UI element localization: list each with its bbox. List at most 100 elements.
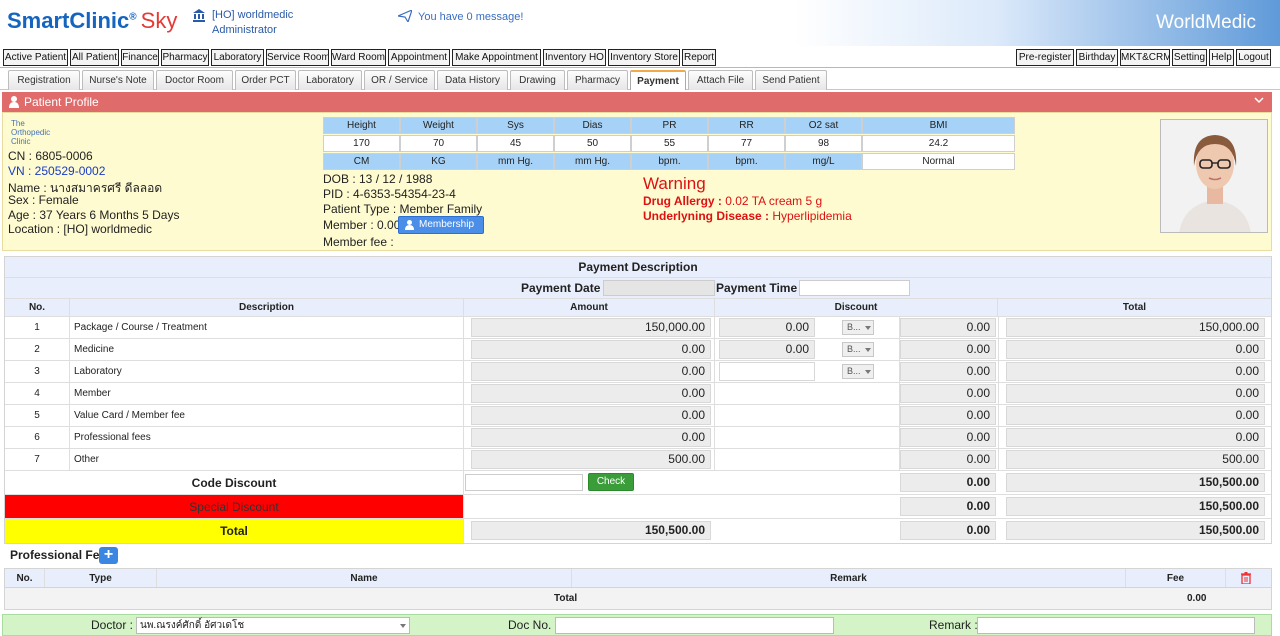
vital-head: Dias <box>554 117 631 134</box>
bmi-status: Normal <box>862 153 1015 170</box>
col-total: Total <box>1122 302 1147 313</box>
payment-row: 2 Medicine 0.00 0.00 B... 0.00 0.00 <box>5 339 1271 361</box>
tab-registration[interactable]: Registration <box>8 70 80 90</box>
vital-unit: CM <box>323 153 400 170</box>
row-no: 7 <box>5 449 70 470</box>
vital-head: O2 sat <box>785 117 862 134</box>
menu-birthday[interactable]: Birthday <box>1076 49 1118 66</box>
doctor-select[interactable]: นพ.ณรงค์ศักดิ์ อัศวเดโช <box>136 617 410 634</box>
tab-payment[interactable]: Payment <box>630 70 686 90</box>
patient-vn: VN : 250529-0002 <box>8 164 106 178</box>
menu-pharmacy[interactable]: Pharmacy <box>161 49 209 66</box>
menu-setting[interactable]: Setting <box>1172 49 1207 66</box>
tab-nurses-note[interactable]: Nurse's Note <box>82 70 154 90</box>
app-header: SmartClinic® Sky [HO] worldmedic Administ… <box>0 0 1280 46</box>
tab-order-pct[interactable]: Order PCT <box>235 70 296 90</box>
menu-appointment[interactable]: Appointment <box>388 49 450 66</box>
user-icon <box>9 96 19 108</box>
chevron-down-icon[interactable] <box>1254 95 1264 105</box>
payment-row: 1 Package / Course / Treatment 150,000.00 0… <box>5 317 1271 339</box>
menu-inventory-ho[interactable]: Inventory HO <box>543 49 606 66</box>
check-button[interactable]: Check <box>588 473 634 491</box>
payment-row: 6 Professional fees 0.00 0.00 0.00 <box>5 427 1271 449</box>
patient-member-fee: Member fee : <box>323 235 394 249</box>
menu-laboratory[interactable]: Laboratory <box>211 49 264 66</box>
row-description: Value Card / Member fee <box>70 405 464 426</box>
col-description: Description <box>70 299 464 316</box>
vital-head: BMI <box>862 117 1015 134</box>
row-description: Other <box>70 449 464 470</box>
row-total: 0.00 <box>1006 384 1265 403</box>
menu-ward-room[interactable]: Ward Room <box>331 49 386 66</box>
menu-logout[interactable]: Logout <box>1236 49 1271 66</box>
clinic-logo: The Orthopedic Clinic <box>11 119 51 146</box>
tab-pharmacy[interactable]: Pharmacy <box>567 70 628 90</box>
pf-col-fee: Fee <box>1126 569 1226 587</box>
row-amount: 500.00 <box>471 450 711 469</box>
menu-make-appointment[interactable]: Make Appointment <box>452 49 541 66</box>
menu-service-room[interactable]: Service Room <box>266 49 329 66</box>
row-total: 0.00 <box>1006 340 1265 359</box>
tab-data-history[interactable]: Data History <box>437 70 508 90</box>
col-no: No. <box>5 299 70 316</box>
row-no: 2 <box>5 339 70 360</box>
add-professional-fee-button[interactable]: + <box>99 547 118 564</box>
menu-active-patient[interactable]: Active Patient <box>3 49 68 66</box>
menu-mkt-crm[interactable]: MKT&CRM <box>1120 49 1170 66</box>
row-description: Professional fees <box>70 427 464 448</box>
patient-profile-title: Patient Profile <box>24 95 99 109</box>
drug-allergy: Drug Allergy : 0.02 TA cream 5 g <box>643 194 823 208</box>
underlying-disease: Underlyning Disease : Hyperlipidemia <box>643 209 852 223</box>
payment-section: Payment Description Payment Date : Payme… <box>4 256 1272 544</box>
app-logo[interactable]: SmartClinic® Sky <box>7 8 177 34</box>
menu-help[interactable]: Help <box>1209 49 1234 66</box>
remark-input[interactable] <box>977 617 1255 634</box>
vital-head: RR <box>708 117 785 134</box>
pf-col-remark: Remark <box>572 569 1126 587</box>
professional-fee-section: Professional Fee + No. Type Name Remark … <box>4 546 1272 612</box>
message-notice[interactable]: You have 0 message! <box>418 11 523 23</box>
row-amount: 150,000.00 <box>471 318 711 337</box>
row-amount: 0.00 <box>471 428 711 447</box>
menu-report[interactable]: Report <box>682 49 716 66</box>
tab-send-patient[interactable]: Send Patient <box>755 70 827 90</box>
payment-date-input[interactable] <box>603 280 715 296</box>
doc-no-input[interactable] <box>555 617 834 634</box>
menu-pre-register[interactable]: Pre-register <box>1016 49 1074 66</box>
vital-value: 24.2 <box>862 135 1015 152</box>
payment-row: 5 Value Card / Member fee 0.00 0.00 0.00 <box>5 405 1271 427</box>
tab-attach-file[interactable]: Attach File <box>688 70 753 90</box>
vital-unit: KG <box>400 153 477 170</box>
row-total: 0.00 <box>1006 428 1265 447</box>
patient-profile: The Orthopedic Clinic CN : 6805-0006 VN : … <box>2 112 1272 251</box>
code-discount-input[interactable] <box>465 474 583 491</box>
row-total: 150,000.00 <box>1006 318 1265 337</box>
tab-or-service[interactable]: OR / Service <box>364 70 435 90</box>
vital-value: 77 <box>708 135 785 152</box>
vital-value: 45 <box>477 135 554 152</box>
payment-time-input[interactable] <box>799 280 910 296</box>
vital-value: 170 <box>323 135 400 152</box>
row-no: 6 <box>5 427 70 448</box>
patient-location: Location : [HO] worldmedic <box>8 222 153 236</box>
row-description: Laboratory <box>70 361 464 382</box>
vital-unit: mg/L <box>785 153 862 170</box>
message-icon[interactable] <box>398 10 412 22</box>
tab-laboratory[interactable]: Laboratory <box>298 70 362 90</box>
tab-drawing[interactable]: Drawing <box>510 70 565 90</box>
row-amount: 0.00 <box>471 340 711 359</box>
menu-all-patient[interactable]: All Patient <box>70 49 119 66</box>
menu-finance[interactable]: Finance <box>121 49 159 66</box>
trash-icon[interactable] <box>1241 572 1251 584</box>
menu-inventory-store[interactable]: Inventory Store <box>608 49 680 66</box>
vital-head: Height <box>323 117 400 134</box>
vital-head: Weight <box>400 117 477 134</box>
patient-type: Patient Type : Member Family <box>323 202 483 216</box>
fee-entry-form: Doctor : นพ.ณรงค์ศักดิ์ อัศวเดโช Doc No.… <box>2 614 1272 636</box>
tab-doctor-room[interactable]: Doctor Room <box>156 70 233 90</box>
patient-profile-header[interactable]: Patient Profile <box>2 92 1272 112</box>
membership-button[interactable]: Membership <box>398 216 484 234</box>
pf-col-no: No. <box>5 569 45 587</box>
patient-pid: PID : 4-6353-54354-23-4 <box>323 187 456 201</box>
vital-unit: bpm. <box>631 153 708 170</box>
